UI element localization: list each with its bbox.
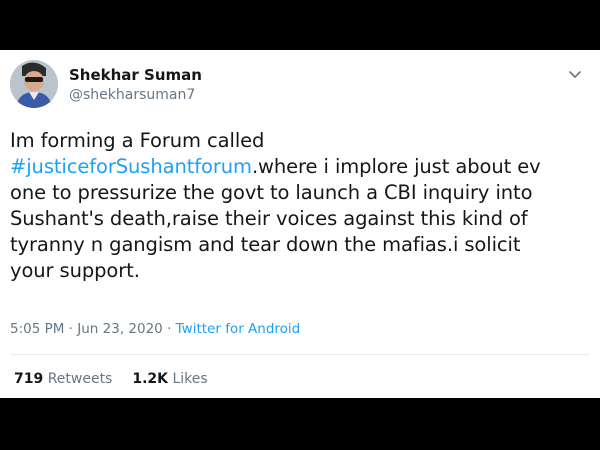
retweets-count: 719 (14, 371, 44, 387)
likes-stat[interactable]: 1.2K Likes (132, 371, 207, 387)
tweet-card: Shekhar Suman @shekharsuman7 Im forming … (0, 50, 600, 398)
tweet-meta: 5:05 PM · Jun 23, 2020 · Twitter for And… (10, 321, 300, 337)
retweets-stat[interactable]: 719 Retweets (14, 371, 112, 387)
likes-label: Likes (172, 371, 208, 387)
tweet-stats: 719 Retweets 1.2K Likes (14, 371, 208, 387)
avatar[interactable] (10, 60, 58, 108)
likes-count: 1.2K (132, 371, 169, 387)
timestamp[interactable]: 5:05 PM · Jun 23, 2020 (10, 321, 163, 337)
author-handle[interactable]: @shekharsuman7 (69, 87, 195, 103)
hashtag-link[interactable]: #justiceforSushantforum (10, 155, 252, 178)
retweets-label: Retweets (47, 371, 113, 387)
meta-separator: · (162, 321, 176, 337)
tweet-text: Im forming a Forum called #justiceforSus… (10, 128, 595, 284)
chevron-down-icon[interactable] (568, 67, 582, 81)
tweet-text-line1: Im forming a Forum called (10, 129, 265, 152)
source-link[interactable]: Twitter for Android (176, 321, 301, 337)
avatar-photo (10, 60, 58, 108)
author-name[interactable]: Shekhar Suman (69, 66, 202, 84)
divider (10, 354, 590, 355)
